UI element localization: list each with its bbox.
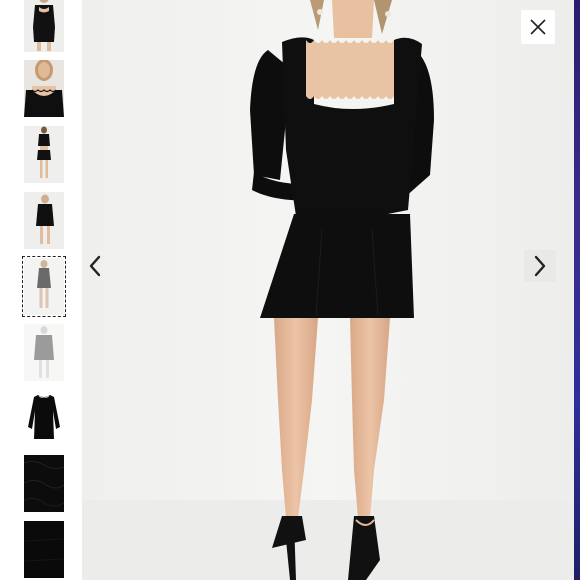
thumbnail-2-image: [24, 60, 64, 117]
thumbnail-8[interactable]: [24, 455, 64, 512]
thumbnail-3[interactable]: [24, 126, 64, 183]
thumbnail-6[interactable]: [24, 324, 64, 381]
thumbnail-1[interactable]: [24, 0, 64, 52]
chevron-right-icon: [534, 255, 546, 277]
thumbnail-9-image: [24, 521, 64, 578]
thumbnail-5-selected[interactable]: [22, 256, 66, 317]
thumbnail-3-image: [24, 126, 64, 183]
previous-image-button[interactable]: [79, 250, 111, 282]
thumbnail-7-image: [24, 389, 64, 446]
thumbnail-8-image: [24, 455, 64, 512]
background-edge: [574, 0, 580, 580]
thumbnail-7[interactable]: [24, 389, 64, 446]
thumbnail-5-image: [24, 258, 64, 315]
thumbnail-2[interactable]: [24, 60, 64, 117]
thumbnail-9[interactable]: [24, 521, 64, 578]
product-image-viewer: [0, 0, 580, 580]
thumbnail-4[interactable]: [24, 192, 64, 249]
next-image-button[interactable]: [524, 250, 556, 282]
chevron-left-icon: [89, 255, 101, 277]
thumbnail-4-image: [24, 192, 64, 249]
thumbnail-1-image: [24, 0, 64, 52]
thumbnail-6-image: [24, 324, 64, 381]
close-icon: [530, 19, 546, 35]
main-product-image: [82, 0, 574, 580]
thumbnail-rail: [0, 0, 82, 580]
product-photo-model-in-black-dress: [82, 0, 574, 580]
close-button[interactable]: [521, 10, 555, 44]
